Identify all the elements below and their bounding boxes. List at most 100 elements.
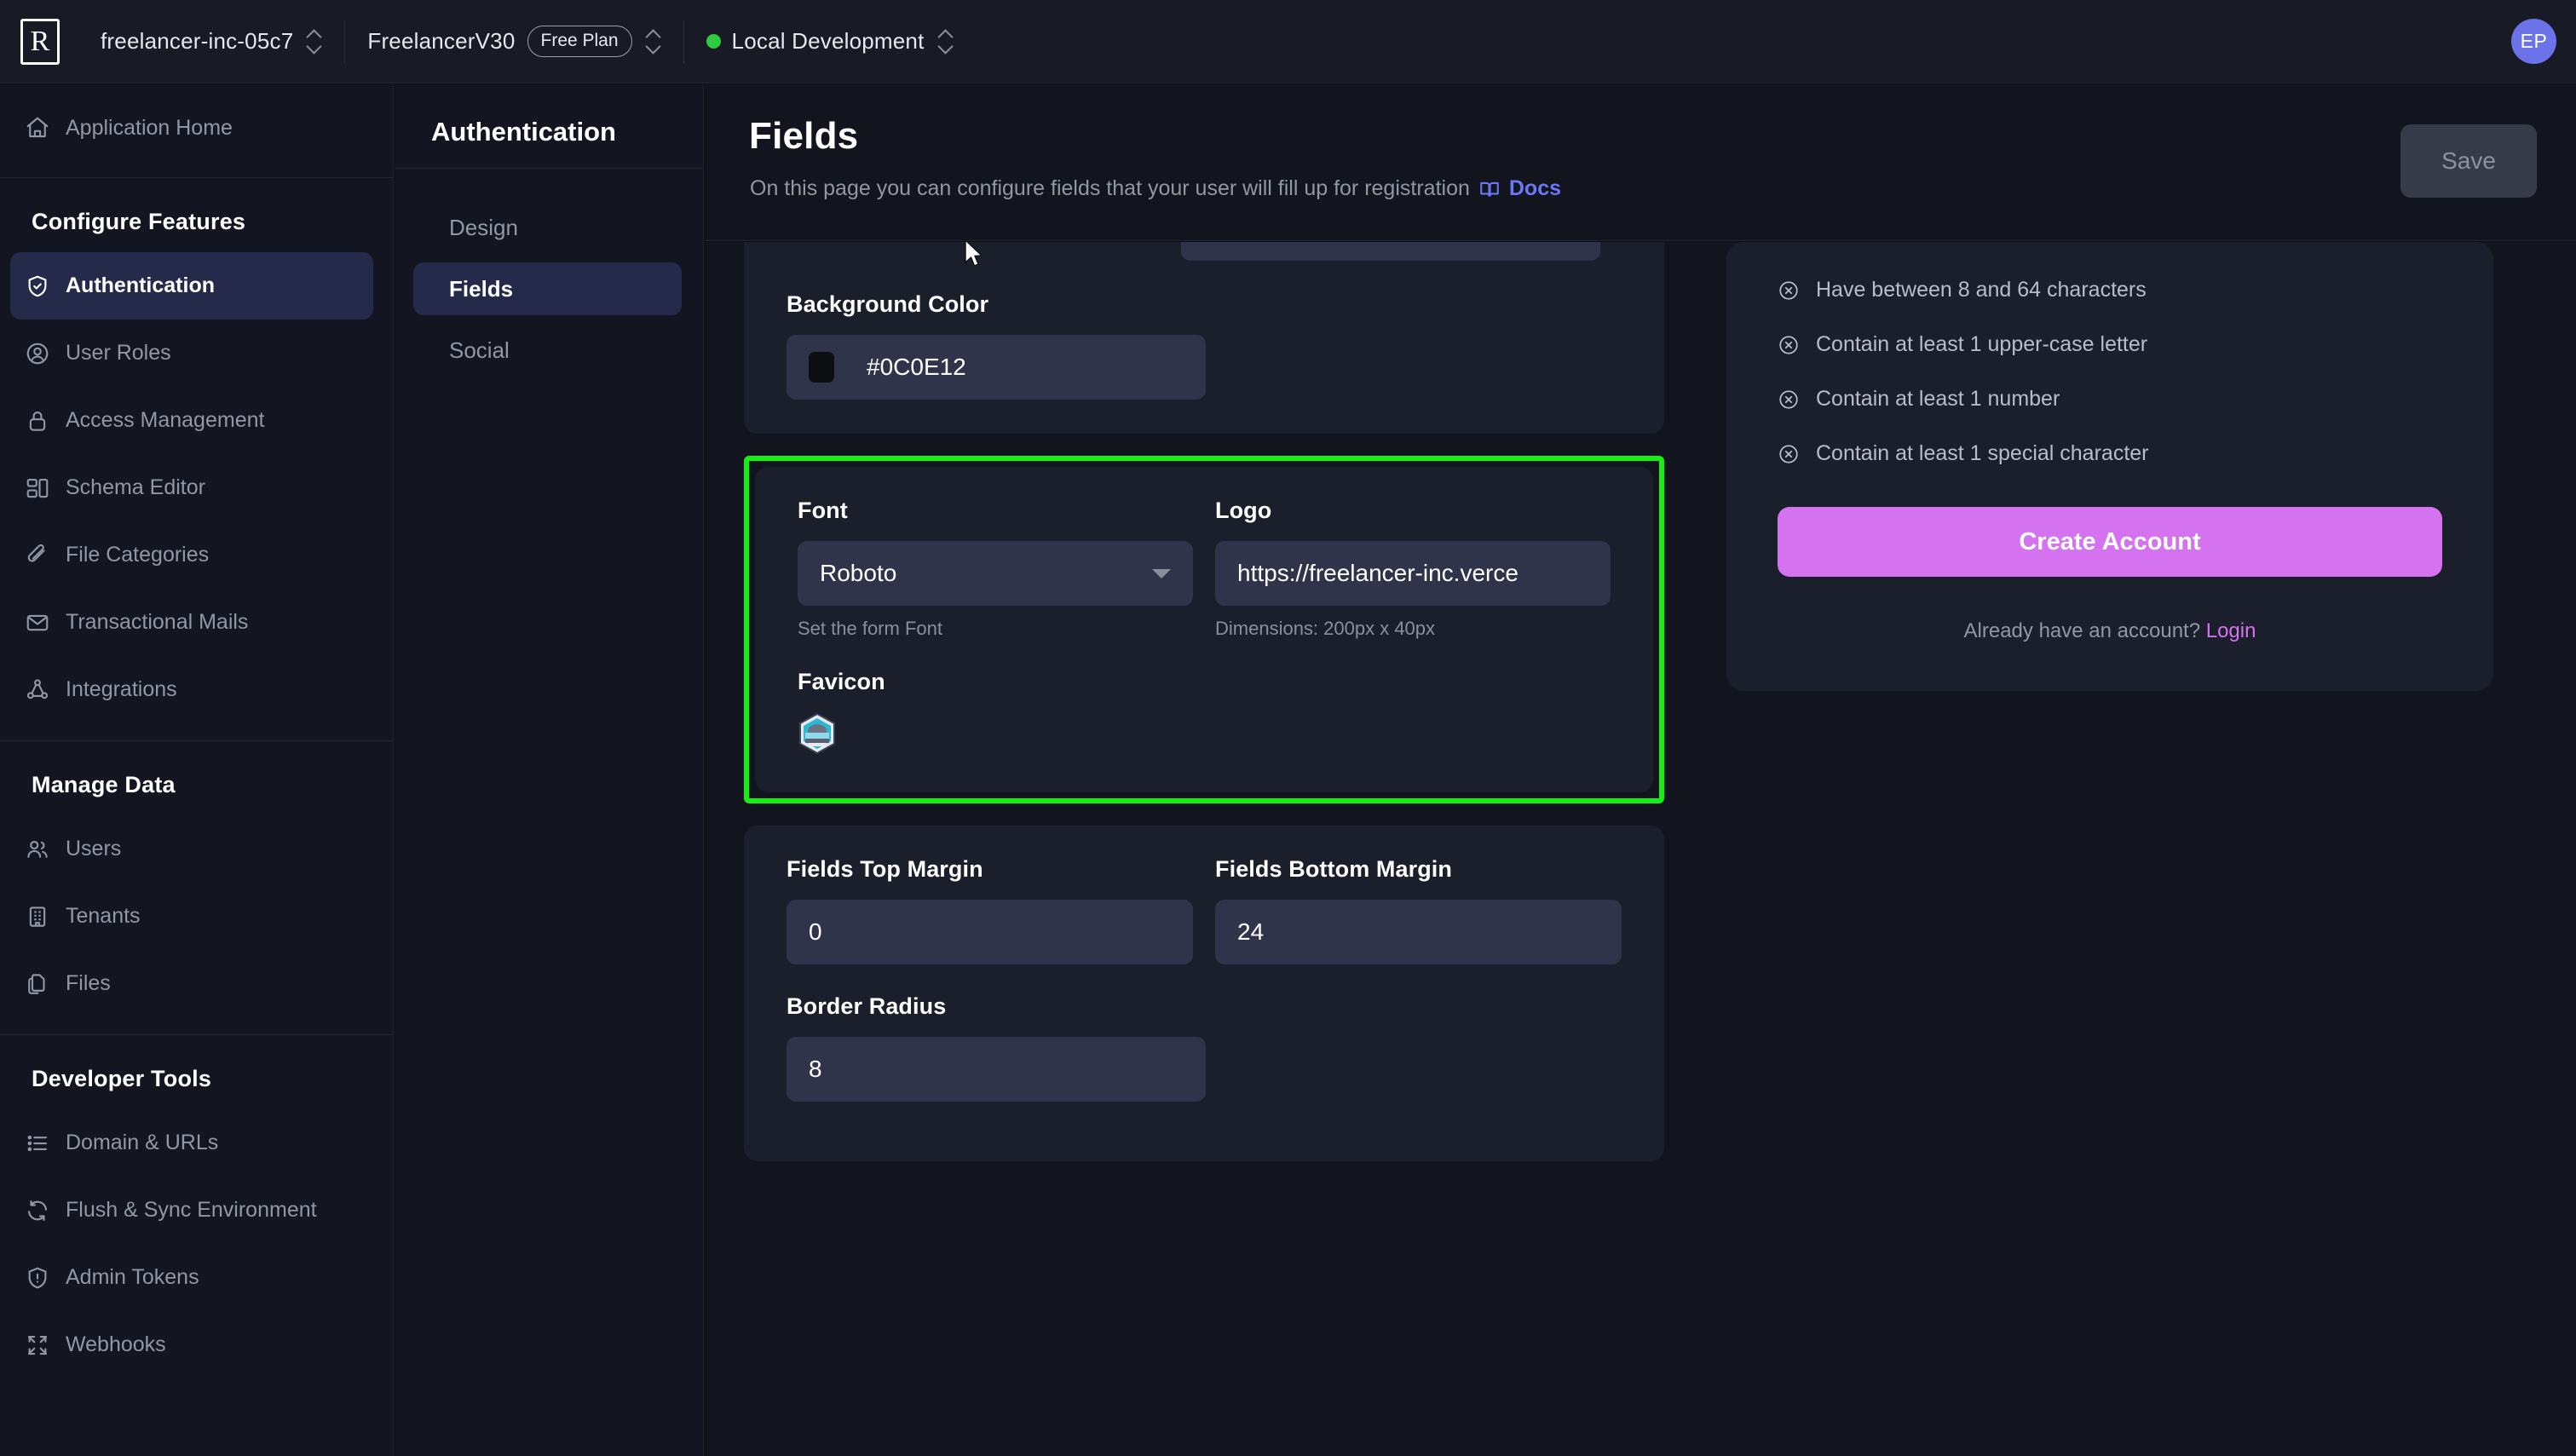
password-requirement-item: Contain at least 1 upper-case letter (1778, 332, 2442, 357)
border-radius-input[interactable]: 8 (787, 1037, 1206, 1102)
refresh-icon (25, 1198, 66, 1223)
environment-name: Local Development (731, 28, 925, 54)
org-switcher-chevron-icon[interactable] (307, 27, 322, 56)
sidebar-item-flush-sync-environment[interactable]: Flush & Sync Environment (0, 1177, 393, 1244)
sidebar-group-title-developer-tools: Developer Tools (32, 1066, 212, 1091)
sidebar-item-label: Integrations (66, 677, 177, 701)
breadcrumb-environment[interactable]: Local Development (684, 0, 976, 83)
sidebar-item-schema-editor[interactable]: Schema Editor (0, 454, 393, 521)
save-button[interactable]: Save (2400, 124, 2537, 198)
sidebar-item-admin-tokens[interactable]: Admin Tokens (0, 1244, 393, 1311)
login-link[interactable]: Login (2206, 619, 2256, 642)
sidebar-item-integrations[interactable]: Integrations (0, 656, 393, 723)
book-icon[interactable] (1478, 178, 1501, 200)
project-switcher-chevron-icon[interactable] (646, 27, 661, 56)
docs-link[interactable]: Docs (1509, 176, 1561, 201)
font-select[interactable]: Roboto (798, 541, 1193, 606)
sidebar-item-label: User Roles (66, 341, 171, 365)
webhook-icon (25, 1332, 66, 1358)
margins-row: Fields Top Margin 0 Fields Bottom Margin… (787, 856, 1622, 964)
files-icon (25, 971, 66, 997)
logo-url-input[interactable]: https://freelancer-inc.verce (1215, 541, 1611, 606)
fields-bottom-margin-label: Fields Bottom Margin (1215, 856, 1452, 882)
requirement-text: Contain at least 1 special character (1816, 441, 2149, 465)
sidebar-item-users[interactable]: Users (0, 815, 393, 883)
sidebar-item-authentication[interactable]: Authentication (10, 252, 373, 319)
tab-fields[interactable]: Fields (413, 262, 682, 315)
create-account-button[interactable]: Create Account (1778, 507, 2442, 577)
mouse-cursor-icon (964, 239, 986, 271)
login-prompt: Already have an account? Login (1778, 619, 2442, 643)
page-title: Fields (749, 115, 859, 157)
sidebar-item-user-roles[interactable]: User Roles (0, 319, 393, 387)
shield-alert-icon (25, 1265, 66, 1291)
circle-x-icon (1778, 334, 1800, 356)
spacing-card: Fields Top Margin 0 Fields Bottom Margin… (744, 826, 1664, 1161)
circle-x-icon (1778, 388, 1800, 411)
primary-sidebar: Application Home Configure Features Auth… (0, 84, 394, 1456)
environment-switcher-chevron-icon[interactable] (938, 27, 954, 56)
sidebar-item-label: Application Home (66, 115, 233, 140)
border-radius-value: 8 (809, 1056, 822, 1082)
clipped-field-top[interactable] (1181, 242, 1600, 261)
sidebar-item-label: Users (66, 837, 122, 860)
home-icon (25, 115, 66, 141)
highlight-outline: Font Roboto Set the form Font Logo https… (744, 456, 1664, 803)
building-icon (25, 904, 66, 929)
sidebar-item-application-home[interactable]: Application Home (0, 95, 393, 160)
circle-x-icon (1778, 279, 1800, 302)
favicon-hex-badge-icon[interactable] (798, 712, 837, 755)
password-requirement-item: Have between 8 and 64 characters (1778, 278, 2442, 302)
list-icon (25, 1131, 66, 1156)
border-radius-label: Border Radius (787, 993, 947, 1019)
sidebar-item-label: Transactional Mails (66, 610, 249, 634)
sidebar-group-title-configure: Configure Features (32, 209, 246, 234)
registration-form-preview: Have between 8 and 64 characters Contain… (1726, 242, 2493, 691)
schema-icon (25, 475, 66, 501)
breadcrumb-project[interactable]: FreelancerV30 Free Plan (345, 0, 683, 83)
sidebar-item-file-categories[interactable]: File Categories (0, 521, 393, 589)
page-subtitle-row: On this page you can configure fields th… (750, 176, 1561, 201)
logo-url-value: https://freelancer-inc.verce (1237, 560, 1519, 586)
sidebar-item-transactional-mails[interactable]: Transactional Mails (0, 589, 393, 656)
lock-icon (25, 408, 66, 434)
sidebar-item-label: File Categories (66, 543, 210, 567)
page-subtitle: On this page you can configure fields th… (750, 176, 1470, 200)
font-label: Font (798, 498, 848, 523)
app-logo-icon[interactable]: R (20, 18, 60, 65)
sidebar-item-webhooks[interactable]: Webhooks (0, 1311, 393, 1378)
sidebar-item-label: Files (66, 971, 111, 995)
environment-status-dot-icon (706, 34, 721, 49)
paperclip-icon (25, 543, 66, 568)
secondary-sidebar: Authentication Design Fields Social (395, 84, 704, 1456)
sidebar-item-label: Flush & Sync Environment (66, 1198, 317, 1222)
login-prompt-text: Already have an account? (1963, 619, 2201, 642)
background-color-input[interactable]: #0C0E12 (787, 335, 1206, 400)
settings-column: Background Color #0C0E12 Font Roboto Set… (744, 242, 1664, 1183)
tab-social[interactable]: Social (413, 324, 682, 377)
logo-dimensions-text: Dimensions: 200px x 40px (1215, 618, 1436, 639)
logo-label: Logo (1215, 498, 1272, 523)
sidebar-item-label: Schema Editor (66, 475, 205, 499)
shield-check-icon (25, 273, 66, 299)
sidebar-item-domain-urls[interactable]: Domain & URLs (0, 1109, 393, 1177)
sidebar-item-label: Webhooks (66, 1332, 166, 1356)
requirement-text: Have between 8 and 64 characters (1816, 278, 2147, 302)
fields-top-margin-input[interactable]: 0 (787, 900, 1193, 964)
sidebar-item-label: Admin Tokens (66, 1265, 199, 1289)
users-icon (25, 837, 66, 862)
requirement-text: Contain at least 1 number (1816, 387, 2060, 411)
user-circle-icon (25, 341, 66, 366)
sidebar-item-tenants[interactable]: Tenants (0, 883, 393, 950)
circle-x-icon (1778, 443, 1800, 465)
fields-bottom-margin-value: 24 (1237, 918, 1265, 945)
fields-bottom-margin-input[interactable]: 24 (1215, 900, 1622, 964)
avatar[interactable]: EP (2511, 19, 2556, 64)
sidebar-item-files[interactable]: Files (0, 950, 393, 1017)
color-swatch-icon[interactable] (809, 352, 834, 383)
breadcrumb-organization[interactable]: freelancer-inc-05c7 (78, 0, 344, 83)
sidebar-item-access-management[interactable]: Access Management (0, 387, 393, 454)
tab-design[interactable]: Design (413, 201, 682, 254)
font-helper-text: Set the form Font (798, 618, 942, 639)
background-color-label: Background Color (787, 291, 989, 317)
